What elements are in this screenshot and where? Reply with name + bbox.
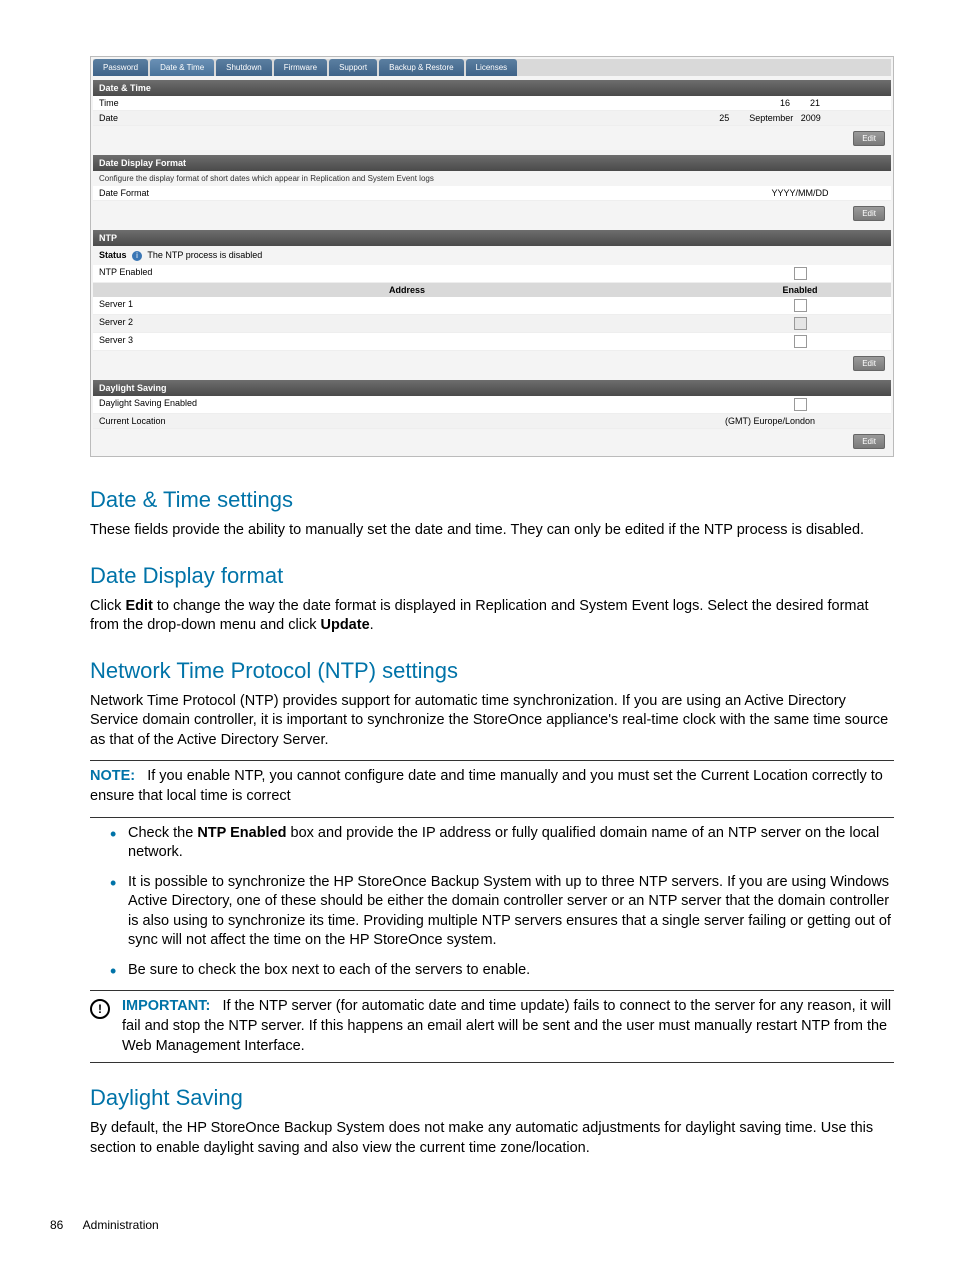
tab-backup-restore[interactable]: Backup & Restore	[379, 59, 463, 76]
divider	[90, 1062, 894, 1063]
section-daylight: Daylight Saving	[93, 380, 891, 396]
section-date-time: Date & Time	[93, 80, 891, 96]
date-row: Date 25 September 2009	[93, 111, 891, 126]
daylight-enabled-checkbox[interactable]	[794, 398, 807, 411]
page-number: 86	[50, 1218, 80, 1232]
list-item: It is possible to synchronize the HP Sto…	[110, 873, 894, 951]
para: Click Edit to change the way the date fo…	[90, 597, 894, 636]
heading-daylight-saving: Daylight Saving	[90, 1085, 894, 1111]
para: By default, the HP StoreOnce Backup Syst…	[90, 1119, 894, 1158]
date-format-desc: Configure the display format of short da…	[93, 171, 891, 186]
tab-date-time[interactable]: Date & Time	[150, 59, 214, 76]
important-icon: !	[90, 999, 110, 1019]
server3-checkbox[interactable]	[794, 335, 807, 348]
ntp-table-header: Address Enabled	[93, 283, 891, 297]
location-row: Current Location (GMT) Europe/London	[93, 414, 891, 429]
ntp-enabled-row: NTP Enabled	[93, 265, 891, 283]
edit-ntp-button[interactable]: Edit	[853, 356, 885, 371]
section-date-format: Date Display Format	[93, 155, 891, 171]
date-format-row: Date Format YYYY/MM/DD	[93, 186, 891, 201]
list-item: Check the NTP Enabled box and provide th…	[110, 824, 894, 863]
heading-ntp-settings: Network Time Protocol (NTP) settings	[90, 658, 894, 684]
daylight-enabled-row: Daylight Saving Enabled	[93, 396, 891, 414]
time-row: Time 16 21	[93, 96, 891, 111]
footer-chapter: Administration	[83, 1218, 159, 1232]
divider	[90, 760, 894, 761]
edit-daylight-button[interactable]: Edit	[853, 434, 885, 449]
para: Network Time Protocol (NTP) provides sup…	[90, 692, 894, 751]
para: These fields provide the ability to manu…	[90, 521, 894, 541]
ntp-status: Status i The NTP process is disabled	[93, 246, 891, 265]
tab-bar: Password Date & Time Shutdown Firmware S…	[93, 59, 891, 76]
edit-datetime-button[interactable]: Edit	[853, 131, 885, 146]
important-block: ! IMPORTANT: If the NTP server (for auto…	[90, 997, 894, 1056]
bullet-list: Check the NTP Enabled box and provide th…	[110, 824, 894, 981]
divider	[90, 817, 894, 818]
ntp-server-row: Server 1	[93, 297, 891, 315]
page-footer: 86 Administration	[90, 1218, 894, 1232]
settings-screenshot: Password Date & Time Shutdown Firmware S…	[90, 56, 894, 457]
ntp-server-row: Server 2	[93, 315, 891, 333]
server2-checkbox[interactable]	[794, 317, 807, 330]
ntp-server-row: Server 3	[93, 333, 891, 351]
heading-date-display-format: Date Display format	[90, 563, 894, 589]
section-ntp: NTP	[93, 230, 891, 246]
tab-support[interactable]: Support	[329, 59, 377, 76]
tab-firmware[interactable]: Firmware	[274, 59, 327, 76]
edit-dateformat-button[interactable]: Edit	[853, 206, 885, 221]
tab-shutdown[interactable]: Shutdown	[216, 59, 272, 76]
tab-password[interactable]: Password	[93, 59, 148, 76]
note: NOTE: If you enable NTP, you cannot conf…	[90, 767, 894, 806]
info-icon: i	[132, 251, 142, 261]
list-item: Be sure to check the box next to each of…	[110, 961, 894, 981]
divider	[90, 990, 894, 991]
ntp-enabled-checkbox[interactable]	[794, 267, 807, 280]
heading-datetime-settings: Date & Time settings	[90, 487, 894, 513]
server1-checkbox[interactable]	[794, 299, 807, 312]
tab-licenses[interactable]: Licenses	[466, 59, 518, 76]
